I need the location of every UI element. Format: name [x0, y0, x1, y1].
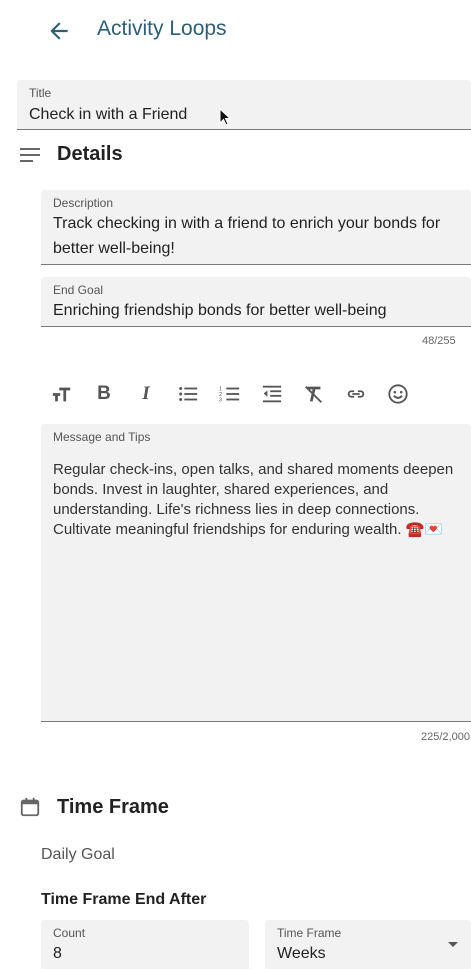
- calendar-icon: [20, 797, 40, 817]
- page-title: Activity Loops: [97, 17, 227, 40]
- time-frame-select[interactable]: Time Frame Weeks: [265, 920, 471, 969]
- mouse-cursor-icon: [219, 108, 231, 126]
- end-goal-value: Enriching friendship bonds for better we…: [53, 302, 387, 319]
- emoji-icon[interactable]: [384, 380, 412, 408]
- numbered-list-icon[interactable]: 123: [216, 380, 244, 408]
- message-editor[interactable]: Message and Tips Regular check-ins, open…: [41, 424, 471, 722]
- text-size-icon[interactable]: [48, 380, 76, 408]
- bullet-list-icon[interactable]: [174, 380, 202, 408]
- description-field[interactable]: Description Track checking in with a fri…: [41, 190, 471, 265]
- arrow-left-icon: [50, 22, 68, 40]
- bold-icon[interactable]: B: [90, 380, 118, 408]
- outdent-icon[interactable]: [258, 380, 286, 408]
- link-icon[interactable]: [342, 380, 370, 408]
- description-label: Description: [53, 196, 114, 210]
- details-heading: Details: [57, 143, 123, 165]
- title-field-value: Check in with a Friend: [29, 106, 188, 123]
- message-label: Message and Tips: [53, 430, 151, 444]
- message-counter: 225/2,000: [421, 731, 470, 743]
- time-frame-select-label: Time Frame: [277, 926, 342, 940]
- count-label: Count: [53, 926, 86, 940]
- daily-goal-label: Daily Goal: [41, 846, 115, 863]
- notes-icon: [20, 148, 40, 162]
- end-goal-label: End Goal: [53, 283, 104, 297]
- back-button[interactable]: [46, 18, 72, 44]
- time-frame-select-value: Weeks: [277, 945, 326, 962]
- title-field-label: Title: [29, 86, 52, 100]
- count-field[interactable]: Count 8: [41, 920, 249, 969]
- end-after-heading: Time Frame End After: [41, 891, 207, 908]
- message-text: Regular check-ins, open talks, and share…: [53, 461, 454, 538]
- time-frame-heading: Time Frame: [57, 796, 169, 818]
- end-goal-counter: 48/255: [422, 335, 456, 347]
- italic-icon[interactable]: I: [132, 380, 160, 408]
- end-goal-field[interactable]: End Goal Enriching friendship bonds for …: [41, 277, 471, 327]
- svg-text:3: 3: [219, 397, 222, 403]
- count-value: 8: [53, 945, 62, 962]
- clear-format-icon[interactable]: [300, 380, 328, 408]
- description-value: Track checking in with a friend to enric…: [53, 215, 441, 257]
- title-field[interactable]: Title Check in with a Friend: [17, 80, 471, 130]
- dropdown-arrow-icon: [448, 942, 458, 947]
